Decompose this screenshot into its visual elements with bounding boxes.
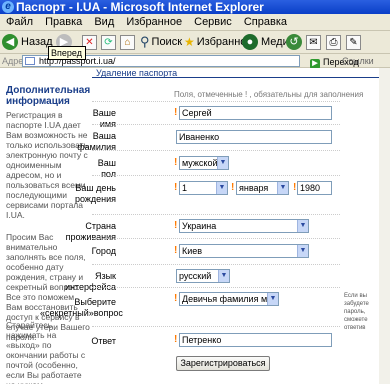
form-row-birthday: Ваш день рождения ! 1 ▼ ! января ▼ ! 198… [75, 175, 340, 213]
form-row-language: Язык интерфейса русский ▼ [65, 264, 340, 292]
chevron-down-icon: ▼ [297, 245, 308, 257]
name-input[interactable]: Сергей [179, 106, 332, 120]
home-button[interactable]: ⌂ [120, 33, 135, 51]
divider [92, 77, 390, 78]
chevron-down-icon: ▼ [216, 182, 227, 194]
search-button[interactable]: ⚲ Поиск [140, 33, 182, 51]
sidebar-title: Дополнительная информация [6, 85, 91, 107]
form-row-city: Город ! Киев ▼ [92, 238, 340, 262]
mail-button[interactable]: ✉ [306, 33, 321, 51]
answer-input[interactable]: Петренко [179, 333, 332, 347]
chevron-down-icon: ▼ [217, 157, 228, 169]
print-icon: ⎙ [326, 34, 341, 50]
required-icon: ! [174, 293, 178, 304]
print-button[interactable]: ⎙ [326, 33, 341, 51]
required-note: Поля, отмеченные ! , обязательны для зап… [174, 90, 364, 99]
form-row-question: Выберите «секретный»вопрос ! Девичья фам… [40, 287, 340, 325]
chevron-down-icon: ▼ [267, 293, 278, 305]
history-icon: ↺ [286, 34, 302, 50]
language-select[interactable]: русский ▼ [176, 269, 230, 283]
menu-file[interactable]: Файл [6, 16, 33, 28]
back-arrow-icon: ◀ [2, 34, 18, 50]
required-icon: ! [174, 245, 178, 256]
edit-icon: ✎ [346, 34, 361, 50]
form-row-country: Страна проживания ! Украина ▼ [66, 214, 340, 242]
page-content: Дополнительная информация Регистрация в … [0, 68, 390, 384]
required-icon: ! [174, 107, 178, 118]
menu-help[interactable]: Справка [244, 16, 287, 28]
search-icon: ⚲ [140, 34, 150, 49]
required-icon: ! [174, 182, 178, 193]
menu-favorites[interactable]: Избранное [126, 16, 182, 28]
window-title: Паспорт - I.UA - Microsoft Internet Expl… [16, 0, 264, 14]
required-icon: ! [174, 220, 178, 231]
form-row-answer: Ответ ! Петренко [91, 326, 340, 352]
refresh-icon: ⟳ [101, 34, 116, 50]
form-row-surname: Ваша фамилия Иваненко [77, 124, 340, 152]
required-icon: ! [174, 157, 178, 168]
menu-bar: Файл Правка Вид Избранное Сервис Справка [0, 14, 390, 31]
page-icon [25, 57, 35, 65]
required-icon: ! [231, 182, 235, 193]
star-icon: ★ [184, 35, 195, 49]
mail-icon: ✉ [306, 34, 321, 50]
country-select[interactable]: Украина ▼ [179, 219, 309, 233]
menu-view[interactable]: Вид [94, 16, 114, 28]
surname-input[interactable]: Иваненко [176, 130, 332, 144]
scrollbar[interactable] [379, 68, 390, 384]
birth-day-select[interactable]: 1 ▼ [179, 181, 228, 195]
refresh-button[interactable]: ⟳ [101, 33, 116, 51]
birth-year-input[interactable]: 1980 [297, 181, 332, 195]
chevron-down-icon: ▼ [297, 220, 308, 232]
history-button[interactable]: ↺ [286, 33, 305, 51]
chevron-down-icon: ▼ [218, 270, 229, 282]
form-row-sex: Ваш пол ! мужской ▼ [92, 150, 340, 179]
media-icon: ● [242, 34, 258, 50]
home-icon: ⌂ [120, 34, 135, 50]
required-icon: ! [293, 182, 297, 193]
sidebar-paragraph: Старайтесь нажимать на «выход» по оконча… [6, 320, 86, 384]
secret-question-select[interactable]: Девичья фамилия матери ▼ [179, 292, 279, 306]
birth-month-select[interactable]: января ▼ [236, 181, 289, 195]
required-icon: ! [174, 334, 178, 345]
window-titlebar: e Паспорт - I.UA - Microsoft Internet Ex… [0, 0, 390, 14]
hint-text: Если вы забудете пароль, сможете ответив [344, 293, 369, 331]
ie-icon: e [2, 1, 14, 13]
sex-select[interactable]: мужской ▼ [179, 156, 229, 170]
edit-button[interactable]: ✎ [346, 33, 361, 51]
city-select[interactable]: Киев ▼ [179, 244, 309, 258]
menu-edit[interactable]: Правка [45, 16, 82, 28]
register-button[interactable]: Зарегистрироваться [176, 356, 270, 371]
chevron-down-icon: ▼ [277, 182, 288, 194]
links-label[interactable]: Ссылки [342, 54, 374, 68]
forward-tooltip: Вперед [48, 46, 86, 60]
menu-tools[interactable]: Сервис [194, 16, 232, 28]
form-row-name: Ваше имя ! Сергей [92, 101, 340, 129]
